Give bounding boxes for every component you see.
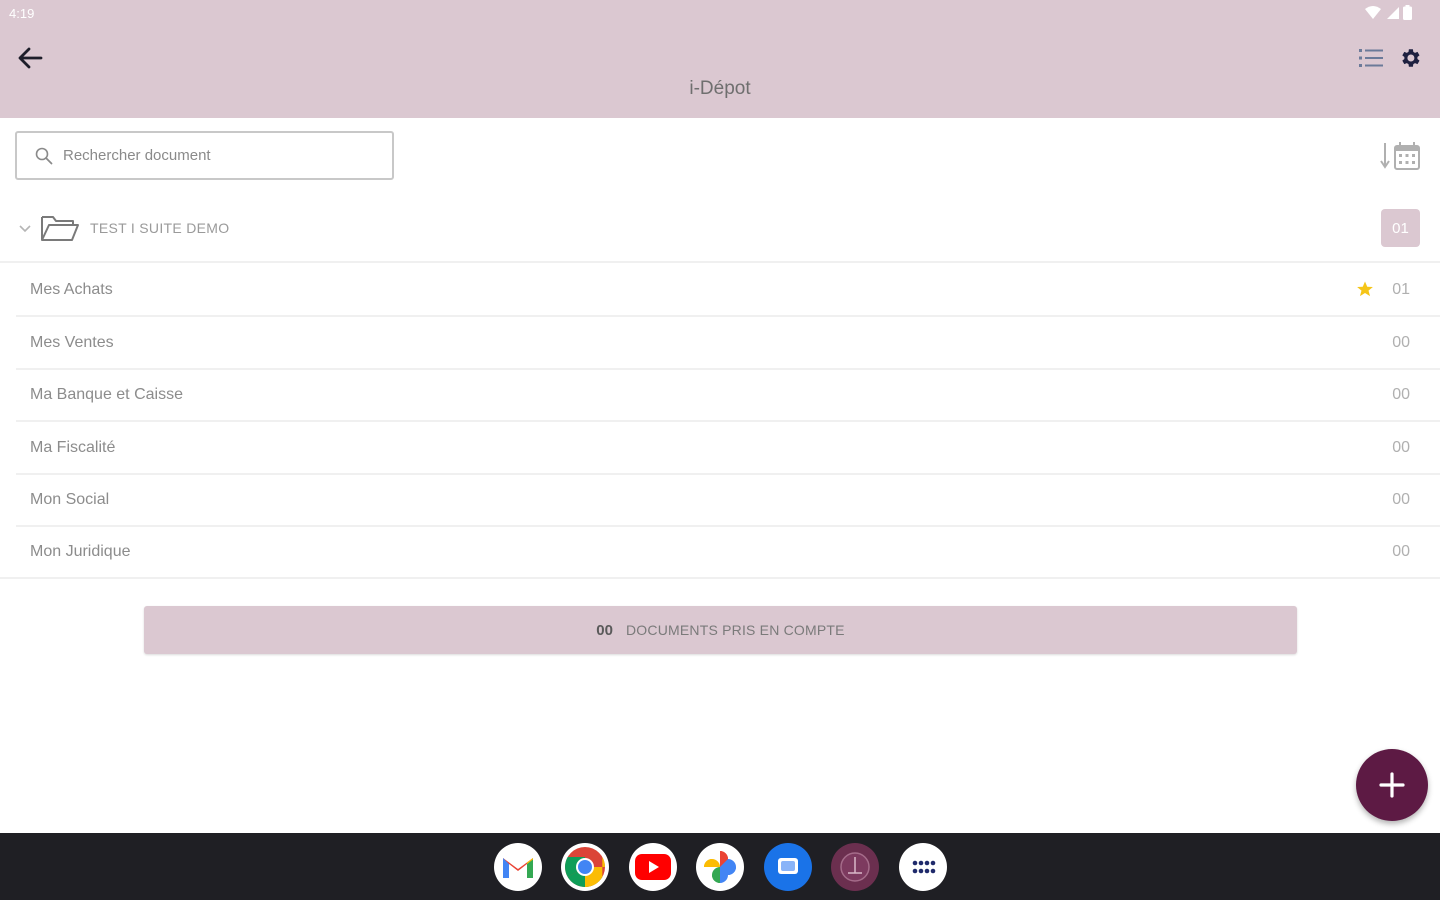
battery-icon [1403,5,1412,25]
messages-icon[interactable] [764,843,812,891]
status-icons [1365,5,1412,25]
sort-by-date-button[interactable] [1378,138,1424,174]
add-document-button[interactable] [1356,749,1428,821]
category-count: 00 [1392,386,1410,403]
app-title: i-Dépot [689,78,751,99]
category-count: 00 [1392,334,1410,351]
category-count: 00 [1392,491,1410,508]
youtube-icon[interactable] [629,843,677,891]
category-label: Mon Juridique [30,543,131,560]
documents-summary-bar[interactable]: 00 DOCUMENTS PRIS EN COMPTE [144,606,1297,654]
chevron-down-icon[interactable] [17,220,33,236]
category-row-mon-social[interactable]: Mon Social 00 [16,475,1440,527]
folder-name: TEST I SUITE DEMO [90,220,230,236]
chrome-icon[interactable] [561,843,609,891]
folder-row[interactable]: TEST I SUITE DEMO [0,200,1440,263]
gear-icon [1402,49,1420,67]
settings-button[interactable] [1396,44,1424,72]
star-icon[interactable] [1356,280,1374,298]
folder-count-badge: 01 [1381,209,1420,247]
category-row-ma-banque-et-caisse[interactable]: Ma Banque et Caisse 00 [16,370,1440,422]
category-label: Mes Achats [30,281,113,298]
list-view-button[interactable] [1357,44,1385,72]
search-icon [35,147,53,164]
idepot-app-icon[interactable] [831,843,879,891]
plus-icon [1379,772,1405,798]
gmail-icon[interactable] [494,843,542,891]
category-row-mes-ventes[interactable]: Mes Ventes 00 [16,318,1440,370]
status-time: 4:19 [9,6,35,21]
category-count: 00 [1392,439,1410,456]
category-label: Ma Fiscalité [30,439,116,456]
arrow-left-icon [18,47,43,69]
category-count: 01 [1392,281,1410,298]
category-label: Mon Social [30,491,110,508]
list-view-icon [1359,49,1383,67]
category-label: Ma Banque et Caisse [30,386,183,403]
signal-icon [1385,6,1399,25]
summary-label: DOCUMENTS PRIS EN COMPTE [625,622,845,638]
back-button[interactable] [14,42,46,74]
app-drawer-icon[interactable] [899,843,947,891]
category-row-mes-achats[interactable]: Mes Achats 01 [16,265,1440,317]
photos-icon[interactable] [696,843,744,891]
folder-open-icon [41,216,79,241]
category-label: Mes Ventes [30,334,114,351]
category-count: 00 [1392,543,1410,560]
search-field[interactable] [15,131,394,180]
wifi-icon [1365,5,1381,25]
category-row-ma-fiscalite[interactable]: Ma Fiscalité 00 [16,423,1440,475]
sort-by-date-icon [1380,142,1420,170]
app-bar: 4:19 i-Dépot [0,0,1440,118]
list-divider [0,577,1440,579]
search-input[interactable] [63,147,363,164]
category-row-mon-juridique[interactable]: Mon Juridique 00 [16,527,1440,579]
summary-count: 00 [596,621,613,639]
